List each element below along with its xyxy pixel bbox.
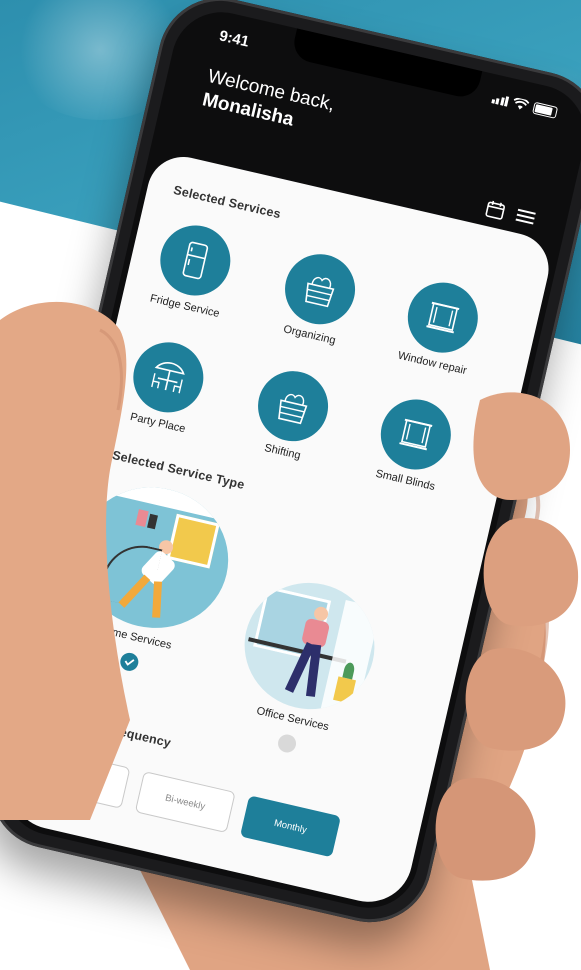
calendar-icon[interactable] (483, 198, 507, 222)
office-services-illustration (232, 570, 388, 723)
service-item-shifting[interactable]: Shifting (228, 360, 355, 470)
welcome-header: Welcome back, Monalisha (200, 66, 336, 140)
box-icon (251, 364, 336, 449)
wifi-icon (513, 97, 530, 110)
fridge-icon (153, 218, 238, 303)
status-time: 9:41 (217, 27, 251, 51)
thumb-illustration (0, 301, 130, 820)
frequency-monthly-button[interactable]: Monthly (239, 795, 341, 858)
service-item-window-repair[interactable]: Window repair (377, 271, 504, 381)
service-type-radio-unselected[interactable] (276, 732, 298, 755)
window-icon (400, 275, 485, 360)
fingers-illustration (435, 392, 579, 881)
service-item-organizing[interactable]: Organizing (255, 243, 382, 353)
menu-icon[interactable] (513, 204, 539, 228)
status-icons (490, 92, 559, 119)
header-actions (483, 198, 538, 229)
battery-icon (532, 101, 559, 119)
signal-icon (490, 93, 510, 107)
service-type-office[interactable]: Office Services (222, 570, 388, 767)
section-title-services: Selected Services (172, 182, 283, 222)
box-icon (278, 247, 363, 332)
